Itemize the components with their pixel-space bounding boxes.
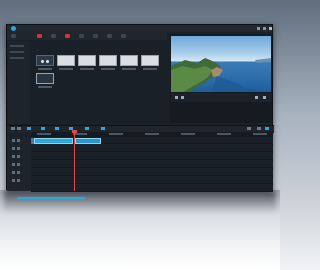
ruler-tick: [145, 133, 159, 135]
timeline-track[interactable]: [31, 169, 273, 176]
transitions-tab-icon[interactable]: [79, 34, 84, 38]
clip-dot-icon: [41, 60, 44, 63]
text-track-icon[interactable]: [12, 171, 15, 174]
audio-icon[interactable]: [101, 127, 105, 130]
lock-icon[interactable]: [17, 139, 20, 142]
timeline-scrollbar[interactable]: [17, 197, 85, 199]
thumbnail-label: [101, 68, 115, 70]
zoom-in-icon[interactable]: [257, 127, 261, 130]
lock-icon[interactable]: [17, 179, 20, 182]
ruler-tick: [73, 133, 87, 135]
media-thumbnail[interactable]: [120, 55, 138, 66]
thumbnail-label: [143, 68, 157, 70]
text-tab-icon[interactable]: [51, 34, 56, 38]
split-icon[interactable]: [41, 127, 45, 130]
play-icon[interactable]: [175, 96, 178, 99]
lock-icon[interactable]: [17, 163, 20, 166]
cut-icon[interactable]: [27, 127, 31, 130]
media-library: [7, 40, 169, 125]
media-thumbnail[interactable]: [78, 55, 96, 66]
thumbnail-label: [80, 68, 94, 70]
color-icon[interactable]: [85, 127, 89, 130]
music-track-icon[interactable]: [12, 179, 15, 182]
timeline-track[interactable]: [31, 145, 273, 152]
minimize-icon[interactable]: [257, 27, 260, 30]
export-icon[interactable]: [265, 127, 269, 130]
ruler-tick: [217, 133, 231, 135]
close-icon[interactable]: [269, 27, 272, 30]
video-clip[interactable]: [75, 138, 101, 144]
media-thumbnail[interactable]: [99, 55, 117, 66]
timeline-track[interactable]: [31, 185, 273, 192]
lock-icon[interactable]: [17, 171, 20, 174]
media-thumbnail[interactable]: [141, 55, 159, 66]
timeline-track[interactable]: [31, 177, 273, 184]
split-screen-tab-icon[interactable]: [121, 34, 126, 38]
timeline-track[interactable]: [31, 153, 273, 160]
thumbnail-label: [59, 68, 73, 70]
sidebar-item[interactable]: [10, 51, 24, 53]
clip-dot-icon: [46, 60, 49, 63]
import-icon[interactable]: [11, 34, 16, 38]
editor-window: [6, 24, 274, 199]
sidebar-item[interactable]: [10, 57, 24, 59]
lock-icon[interactable]: [17, 147, 20, 150]
ruler-tick: [37, 133, 51, 135]
elements-tab-icon[interactable]: [107, 34, 112, 38]
timeline-track[interactable]: [31, 161, 273, 168]
media-sidebar: [8, 41, 30, 124]
preview-video-frame: [171, 36, 271, 92]
thumbnail-label: [38, 68, 52, 70]
redo-icon[interactable]: [17, 127, 21, 130]
thumbnail-label: [38, 86, 52, 88]
video-track-icon[interactable]: [12, 139, 15, 142]
audio-track-icon[interactable]: [12, 155, 15, 158]
ruler-tick: [181, 133, 195, 135]
volume-icon[interactable]: [263, 96, 266, 99]
media-thumbnail[interactable]: [36, 73, 54, 84]
sidebar-item[interactable]: [10, 45, 24, 47]
media-thumbnail[interactable]: [57, 55, 75, 66]
media-toolbar: [7, 32, 167, 40]
title-bar: [7, 25, 272, 32]
playhead[interactable]: [74, 132, 75, 191]
app-logo-icon: [11, 26, 16, 31]
ruler-tick: [109, 133, 123, 135]
media-thumbnail-added[interactable]: [36, 55, 54, 66]
fullscreen-icon[interactable]: [255, 96, 258, 99]
thumbnail-label: [122, 68, 136, 70]
audio-track-icon[interactable]: [12, 163, 15, 166]
video-clip[interactable]: [34, 138, 73, 144]
lock-icon[interactable]: [17, 155, 20, 158]
crop-icon[interactable]: [55, 127, 59, 130]
coastline-scene: [171, 58, 271, 92]
undo-icon[interactable]: [11, 127, 15, 130]
effects-tab-icon[interactable]: [65, 34, 70, 38]
clip-handle[interactable]: [31, 138, 34, 144]
ruler-tick: [253, 133, 267, 135]
media-tab-icon[interactable]: [37, 34, 42, 38]
video-track-icon[interactable]: [12, 147, 15, 150]
maximize-icon[interactable]: [263, 27, 266, 30]
zoom-out-icon[interactable]: [247, 127, 251, 130]
window-reflection: [4, 191, 276, 213]
stop-icon[interactable]: [181, 96, 184, 99]
filters-tab-icon[interactable]: [93, 34, 98, 38]
